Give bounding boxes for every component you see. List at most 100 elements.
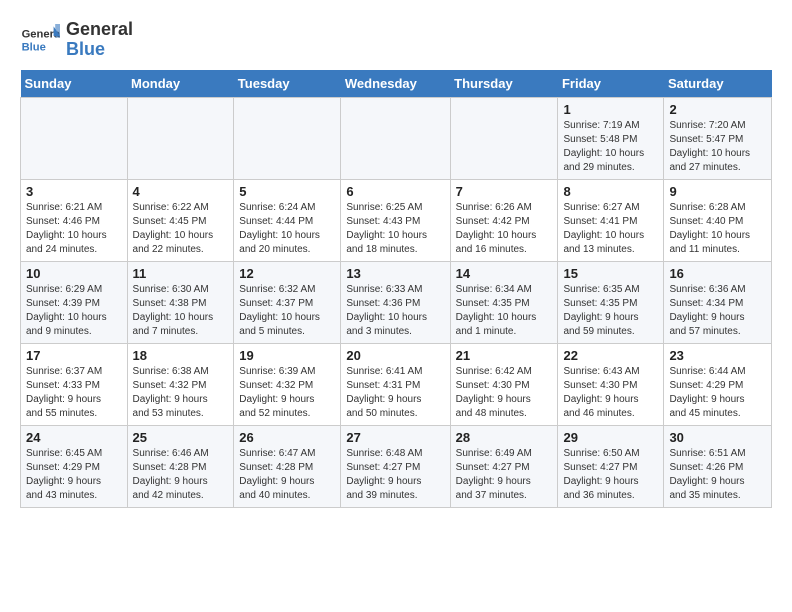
- day-info: Sunrise: 6:25 AM Sunset: 4:43 PM Dayligh…: [346, 201, 444, 257]
- week-row-4: 17Sunrise: 6:37 AM Sunset: 4:33 PM Dayli…: [21, 344, 772, 426]
- day-number: 5: [239, 184, 335, 199]
- day-info: Sunrise: 6:28 AM Sunset: 4:40 PM Dayligh…: [669, 201, 766, 257]
- day-number: 17: [26, 348, 122, 363]
- calendar-cell: 1Sunrise: 7:19 AM Sunset: 5:48 PM Daylig…: [558, 98, 664, 180]
- week-row-1: 1Sunrise: 7:19 AM Sunset: 5:48 PM Daylig…: [21, 98, 772, 180]
- day-number: 4: [133, 184, 229, 199]
- calendar-cell: 23 Sunrise: 6:44 AM Sunset: 4:29 PM Dayli…: [664, 344, 772, 426]
- day-number: 19: [239, 348, 335, 363]
- logo-text-blue: Blue: [66, 40, 133, 60]
- calendar-cell: 12 Sunrise: 6:32 AM Sunset: 4:37 PM Dayli…: [234, 262, 341, 344]
- calendar-cell: 8 Sunrise: 6:27 AM Sunset: 4:41 PM Daylig…: [558, 180, 664, 262]
- day-info: Sunrise: 6:33 AM Sunset: 4:36 PM Dayligh…: [346, 283, 444, 339]
- day-number: 10: [26, 266, 122, 281]
- day-number: 26: [239, 430, 335, 445]
- day-number: 9: [669, 184, 766, 199]
- calendar-cell: 10 Sunrise: 6:29 AM Sunset: 4:39 PM Dayli…: [21, 262, 128, 344]
- header: General Blue General Blue: [20, 20, 772, 60]
- week-row-2: 3 Sunrise: 6:21 AM Sunset: 4:46 PM Daylig…: [21, 180, 772, 262]
- day-info: Sunrise: 6:39 AM Sunset: 4:32 PM Dayligh…: [239, 365, 335, 421]
- day-number: 2: [669, 102, 766, 117]
- day-info: Sunrise: 6:26 AM Sunset: 4:42 PM Dayligh…: [456, 201, 553, 257]
- day-info: Sunrise: 6:51 AM Sunset: 4:26 PM Dayligh…: [669, 447, 766, 503]
- calendar-cell: [234, 98, 341, 180]
- calendar-cell: 16 Sunrise: 6:36 AM Sunset: 4:34 PM Dayli…: [664, 262, 772, 344]
- calendar-cell: 6Sunrise: 6:25 AM Sunset: 4:43 PM Daylig…: [341, 180, 450, 262]
- day-number: 23: [669, 348, 766, 363]
- day-header-friday: Friday: [558, 70, 664, 98]
- day-number: 21: [456, 348, 553, 363]
- svg-text:Blue: Blue: [22, 41, 46, 53]
- calendar-cell: 9 Sunrise: 6:28 AM Sunset: 4:40 PM Daylig…: [664, 180, 772, 262]
- day-header-tuesday: Tuesday: [234, 70, 341, 98]
- calendar-cell: 11Sunrise: 6:30 AM Sunset: 4:38 PM Dayli…: [127, 262, 234, 344]
- calendar-cell: 19 Sunrise: 6:39 AM Sunset: 4:32 PM Dayli…: [234, 344, 341, 426]
- day-info: Sunrise: 6:21 AM Sunset: 4:46 PM Dayligh…: [26, 201, 122, 257]
- page-container: General Blue General Blue SundayMondayTu…: [20, 20, 772, 508]
- logo-icon: General Blue: [20, 20, 60, 60]
- calendar-table: SundayMondayTuesdayWednesdayThursdayFrid…: [20, 70, 772, 508]
- calendar-cell: 30Sunrise: 6:51 AM Sunset: 4:26 PM Dayli…: [664, 426, 772, 508]
- calendar-cell: 4 Sunrise: 6:22 AM Sunset: 4:45 PM Daylig…: [127, 180, 234, 262]
- calendar-cell: 25 Sunrise: 6:46 AM Sunset: 4:28 PM Dayli…: [127, 426, 234, 508]
- day-info: Sunrise: 6:41 AM Sunset: 4:31 PM Dayligh…: [346, 365, 444, 421]
- calendar-cell: 29Sunrise: 6:50 AM Sunset: 4:27 PM Dayli…: [558, 426, 664, 508]
- calendar-cell: [341, 98, 450, 180]
- calendar-cell: 3 Sunrise: 6:21 AM Sunset: 4:46 PM Daylig…: [21, 180, 128, 262]
- day-number: 11: [133, 266, 229, 281]
- calendar-cell: 26 Sunrise: 6:47 AM Sunset: 4:28 PM Dayli…: [234, 426, 341, 508]
- week-row-3: 10 Sunrise: 6:29 AM Sunset: 4:39 PM Dayli…: [21, 262, 772, 344]
- day-header-saturday: Saturday: [664, 70, 772, 98]
- day-info: Sunrise: 6:48 AM Sunset: 4:27 PM Dayligh…: [346, 447, 444, 503]
- day-number: 22: [563, 348, 658, 363]
- day-number: 18: [133, 348, 229, 363]
- day-info: Sunrise: 6:44 AM Sunset: 4:29 PM Dayligh…: [669, 365, 766, 421]
- day-info: Sunrise: 6:22 AM Sunset: 4:45 PM Dayligh…: [133, 201, 229, 257]
- day-number: 13: [346, 266, 444, 281]
- days-header-row: SundayMondayTuesdayWednesdayThursdayFrid…: [21, 70, 772, 98]
- day-info: Sunrise: 6:49 AM Sunset: 4:27 PM Dayligh…: [456, 447, 553, 503]
- day-number: 25: [133, 430, 229, 445]
- day-info: Sunrise: 6:27 AM Sunset: 4:41 PM Dayligh…: [563, 201, 658, 257]
- day-number: 3: [26, 184, 122, 199]
- day-number: 14: [456, 266, 553, 281]
- day-number: 8: [563, 184, 658, 199]
- calendar-cell: 22 Sunrise: 6:43 AM Sunset: 4:30 PM Dayli…: [558, 344, 664, 426]
- calendar-cell: 7 Sunrise: 6:26 AM Sunset: 4:42 PM Daylig…: [450, 180, 558, 262]
- day-info: Sunrise: 7:19 AM Sunset: 5:48 PM Dayligh…: [563, 119, 658, 175]
- day-info: Sunrise: 6:43 AM Sunset: 4:30 PM Dayligh…: [563, 365, 658, 421]
- calendar-cell: 5Sunrise: 6:24 AM Sunset: 4:44 PM Daylig…: [234, 180, 341, 262]
- day-number: 12: [239, 266, 335, 281]
- day-info: Sunrise: 6:36 AM Sunset: 4:34 PM Dayligh…: [669, 283, 766, 339]
- calendar-cell: [127, 98, 234, 180]
- day-info: Sunrise: 6:46 AM Sunset: 4:28 PM Dayligh…: [133, 447, 229, 503]
- day-number: 27: [346, 430, 444, 445]
- day-info: Sunrise: 6:34 AM Sunset: 4:35 PM Dayligh…: [456, 283, 553, 339]
- logo: General Blue General Blue: [20, 20, 133, 60]
- calendar-cell: 27 Sunrise: 6:48 AM Sunset: 4:27 PM Dayli…: [341, 426, 450, 508]
- day-info: Sunrise: 6:47 AM Sunset: 4:28 PM Dayligh…: [239, 447, 335, 503]
- day-info: Sunrise: 6:32 AM Sunset: 4:37 PM Dayligh…: [239, 283, 335, 339]
- day-number: 7: [456, 184, 553, 199]
- calendar-cell: [21, 98, 128, 180]
- day-info: Sunrise: 6:35 AM Sunset: 4:35 PM Dayligh…: [563, 283, 658, 339]
- calendar-cell: 15Sunrise: 6:35 AM Sunset: 4:35 PM Dayli…: [558, 262, 664, 344]
- day-number: 24: [26, 430, 122, 445]
- day-number: 16: [669, 266, 766, 281]
- calendar-cell: 21 Sunrise: 6:42 AM Sunset: 4:30 PM Dayli…: [450, 344, 558, 426]
- day-info: Sunrise: 7:20 AM Sunset: 5:47 PM Dayligh…: [669, 119, 766, 175]
- calendar-cell: 24 Sunrise: 6:45 AM Sunset: 4:29 PM Dayli…: [21, 426, 128, 508]
- week-row-5: 24 Sunrise: 6:45 AM Sunset: 4:29 PM Dayli…: [21, 426, 772, 508]
- day-header-sunday: Sunday: [21, 70, 128, 98]
- day-number: 20: [346, 348, 444, 363]
- day-number: 28: [456, 430, 553, 445]
- logo-text-general: General: [66, 20, 133, 40]
- day-info: Sunrise: 6:29 AM Sunset: 4:39 PM Dayligh…: [26, 283, 122, 339]
- calendar-cell: 14 Sunrise: 6:34 AM Sunset: 4:35 PM Dayli…: [450, 262, 558, 344]
- calendar-cell: 2 Sunrise: 7:20 AM Sunset: 5:47 PM Daylig…: [664, 98, 772, 180]
- day-info: Sunrise: 6:42 AM Sunset: 4:30 PM Dayligh…: [456, 365, 553, 421]
- calendar-cell: 17Sunrise: 6:37 AM Sunset: 4:33 PM Dayli…: [21, 344, 128, 426]
- calendar-cell: [450, 98, 558, 180]
- calendar-cell: 18Sunrise: 6:38 AM Sunset: 4:32 PM Dayli…: [127, 344, 234, 426]
- day-info: Sunrise: 6:45 AM Sunset: 4:29 PM Dayligh…: [26, 447, 122, 503]
